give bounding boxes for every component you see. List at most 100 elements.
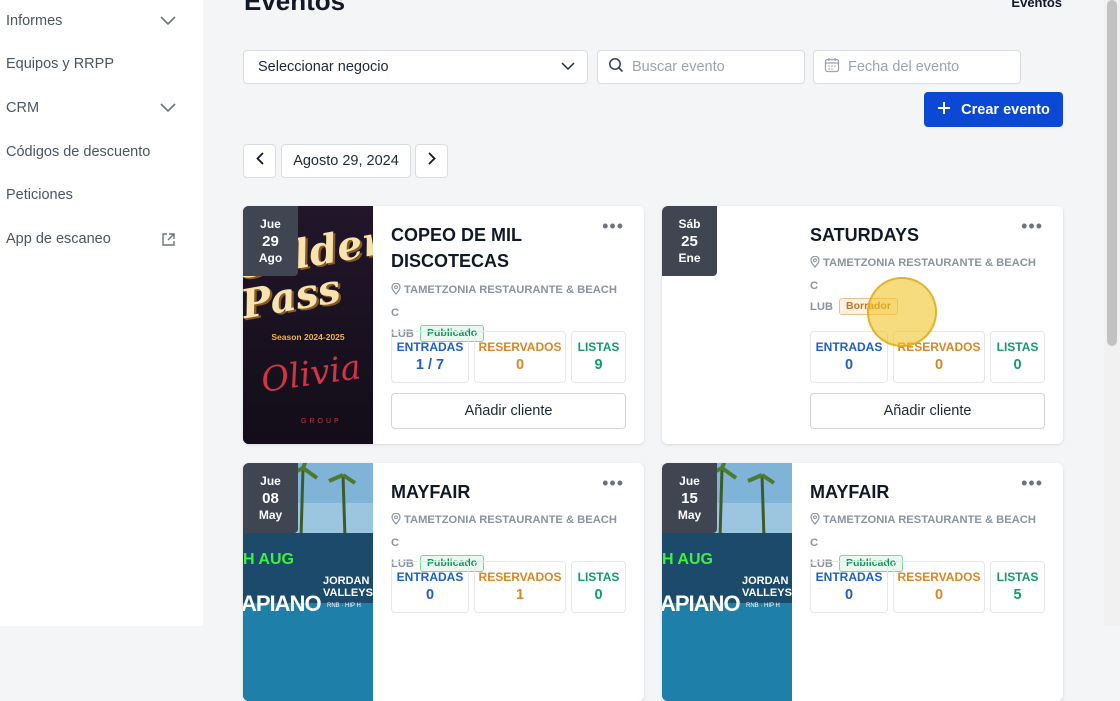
stat-value: 0 bbox=[1013, 356, 1022, 373]
sidebar-item-informes[interactable]: Informes bbox=[6, 6, 176, 36]
stat-label: ENTRADAS bbox=[815, 569, 883, 584]
stat-entradas: ENTRADAS 0 bbox=[810, 561, 888, 613]
date-badge: Jue 29 Ago bbox=[243, 206, 298, 276]
stat-reservados: RESERVADOS 0 bbox=[474, 331, 566, 383]
stat-label: LISTAS bbox=[996, 569, 1039, 584]
date-badge-month: May bbox=[677, 507, 702, 522]
event-card[interactable]: Golden Pass Season 2024-2025 Olivia GROU… bbox=[243, 206, 644, 444]
stat-value: 0 bbox=[934, 586, 944, 603]
sidebar-item-label: CRM bbox=[6, 100, 40, 116]
stat-value: 0 bbox=[844, 356, 854, 373]
create-event-button[interactable]: Crear evento bbox=[924, 92, 1063, 127]
stat-entradas: ENTRADAS 1 / 7 bbox=[391, 331, 469, 383]
search-icon bbox=[608, 57, 624, 78]
stat-label: LISTAS bbox=[577, 569, 620, 584]
sidebar-item-equipos[interactable]: Equipos y RRPP bbox=[6, 49, 176, 79]
date-badge-day: 08 bbox=[262, 489, 279, 507]
event-card[interactable]: H AUG JORDAN VALLEYS RNB · HIP H APIANO … bbox=[243, 463, 644, 701]
poster-genre: RNB · HIP H bbox=[746, 603, 780, 609]
business-select[interactable]: Seleccionar negocio bbox=[243, 50, 588, 84]
poster-aug: H AUG bbox=[243, 551, 294, 568]
prev-date-button[interactable] bbox=[243, 144, 276, 178]
stat-listas: LISTAS 9 bbox=[571, 331, 626, 383]
venue-line1: TAMETZONIA RESTAURANTE & BEACH C bbox=[391, 284, 617, 319]
event-title: MAYFAIR bbox=[391, 482, 471, 502]
sidebar-item-peticiones[interactable]: Peticiones bbox=[6, 180, 176, 210]
chevron-down-icon bbox=[160, 100, 176, 116]
more-options-icon[interactable]: ••• bbox=[1021, 216, 1043, 237]
scrollbar-thumb[interactable] bbox=[1107, 0, 1117, 346]
sidebar-item-app-escaneo[interactable]: App de escaneo bbox=[6, 224, 176, 254]
stat-listas: LISTAS 0 bbox=[571, 561, 626, 613]
stat-label: RESERVADOS bbox=[478, 569, 562, 584]
event-poster: Golden Pass Season 2024-2025 Olivia GROU… bbox=[243, 206, 373, 444]
status-badge: Borrador bbox=[839, 298, 898, 315]
add-client-button[interactable]: Añadir cliente bbox=[810, 393, 1045, 429]
stat-value: 1 bbox=[515, 586, 525, 603]
venue-line1: TAMETZONIA RESTAURANTE & BEACH C bbox=[810, 514, 1036, 549]
stat-value: 1 / 7 bbox=[415, 356, 445, 373]
stat-label: RESERVADOS bbox=[897, 569, 981, 584]
add-client-button[interactable]: Añadir cliente bbox=[391, 393, 626, 429]
date-badge-day: 15 bbox=[681, 489, 698, 507]
location-pin-icon bbox=[391, 512, 401, 533]
sidebar-item-label: Equipos y RRPP bbox=[6, 56, 114, 72]
stat-listas: LISTAS 0 bbox=[990, 331, 1045, 383]
event-card[interactable]: Sáb 25 Ene SATURDAYS ••• TAMETZONIA REST… bbox=[662, 206, 1063, 444]
poster-valleys: VALLEYS bbox=[742, 587, 792, 599]
date-badge-month: Ene bbox=[678, 250, 701, 265]
stat-label: RESERVADOS bbox=[897, 339, 981, 354]
stat-label: RESERVADOS bbox=[478, 339, 562, 354]
stat-value: 0 bbox=[425, 586, 435, 603]
search-input[interactable] bbox=[632, 59, 782, 75]
more-options-icon[interactable]: ••• bbox=[602, 216, 624, 237]
business-select-value: Seleccionar negocio bbox=[258, 59, 389, 75]
next-date-button[interactable] bbox=[415, 144, 448, 178]
date-badge-dow: Jue bbox=[260, 473, 281, 488]
date-badge: Jue 08 May bbox=[243, 463, 298, 533]
breadcrumb[interactable]: Eventos bbox=[1011, 0, 1062, 10]
stat-value: 5 bbox=[1013, 586, 1022, 603]
chevron-down-icon bbox=[160, 13, 176, 29]
date-badge-month: Ago bbox=[258, 250, 283, 265]
stat-reservados: RESERVADOS 1 bbox=[474, 561, 566, 613]
poster-season: Season 2024-2025 bbox=[271, 332, 345, 342]
event-card[interactable]: H AUG JORDAN VALLEYS RNB · HIP H APIANO … bbox=[662, 463, 1063, 701]
scrollbar[interactable] bbox=[1104, 0, 1120, 626]
event-title: SATURDAYS bbox=[810, 225, 920, 245]
search-field[interactable] bbox=[597, 50, 805, 84]
current-date: Agosto 29, 2024 bbox=[281, 144, 411, 178]
date-badge-dow: Sáb bbox=[678, 216, 701, 231]
date-badge: Jue 15 May bbox=[662, 463, 717, 533]
date-badge-dow: Jue bbox=[260, 216, 281, 231]
event-date-input[interactable] bbox=[848, 59, 998, 75]
event-title: MAYFAIR bbox=[810, 482, 890, 502]
date-badge-day: 29 bbox=[262, 232, 279, 250]
sidebar-item-crm[interactable]: CRM bbox=[6, 93, 176, 123]
page-title: Eventos bbox=[244, 0, 346, 16]
date-badge: Sáb 25 Ene bbox=[662, 206, 717, 276]
sidebar-item-label: Códigos de descuento bbox=[6, 144, 151, 160]
stat-reservados: RESERVADOS 0 bbox=[893, 331, 985, 383]
event-date-field[interactable] bbox=[813, 50, 1021, 84]
sidebar-item-label: Peticiones bbox=[6, 187, 73, 203]
venue-line1: TAMETZONIA RESTAURANTE & BEACH C bbox=[810, 257, 1036, 292]
poster-piano: APIANO bbox=[662, 591, 741, 616]
location-pin-icon bbox=[810, 512, 820, 533]
external-link-icon bbox=[160, 231, 176, 247]
more-options-icon[interactable]: ••• bbox=[1021, 473, 1043, 494]
event-venue: TAMETZONIA RESTAURANTE & BEACH C LUB Borr… bbox=[810, 253, 1046, 318]
sidebar-item-codigos-descuento[interactable]: Códigos de descuento bbox=[6, 137, 176, 167]
stat-entradas: ENTRADAS 0 bbox=[391, 561, 469, 613]
poster-group: GROUP bbox=[301, 418, 342, 425]
chevron-right-icon bbox=[427, 152, 436, 170]
stat-label: ENTRADAS bbox=[396, 569, 464, 584]
stat-value: 0 bbox=[594, 586, 603, 603]
more-options-icon[interactable]: ••• bbox=[602, 473, 624, 494]
sidebar-item-label: Informes bbox=[6, 13, 63, 29]
location-pin-icon bbox=[810, 255, 820, 276]
poster-genre: RNB · HIP H bbox=[327, 603, 361, 609]
event-title: COPEO DE MIL DISCOTECAS bbox=[391, 225, 522, 271]
event-poster: H AUG JORDAN VALLEYS RNB · HIP H APIANO … bbox=[662, 463, 792, 701]
date-badge-day: 25 bbox=[681, 232, 698, 250]
